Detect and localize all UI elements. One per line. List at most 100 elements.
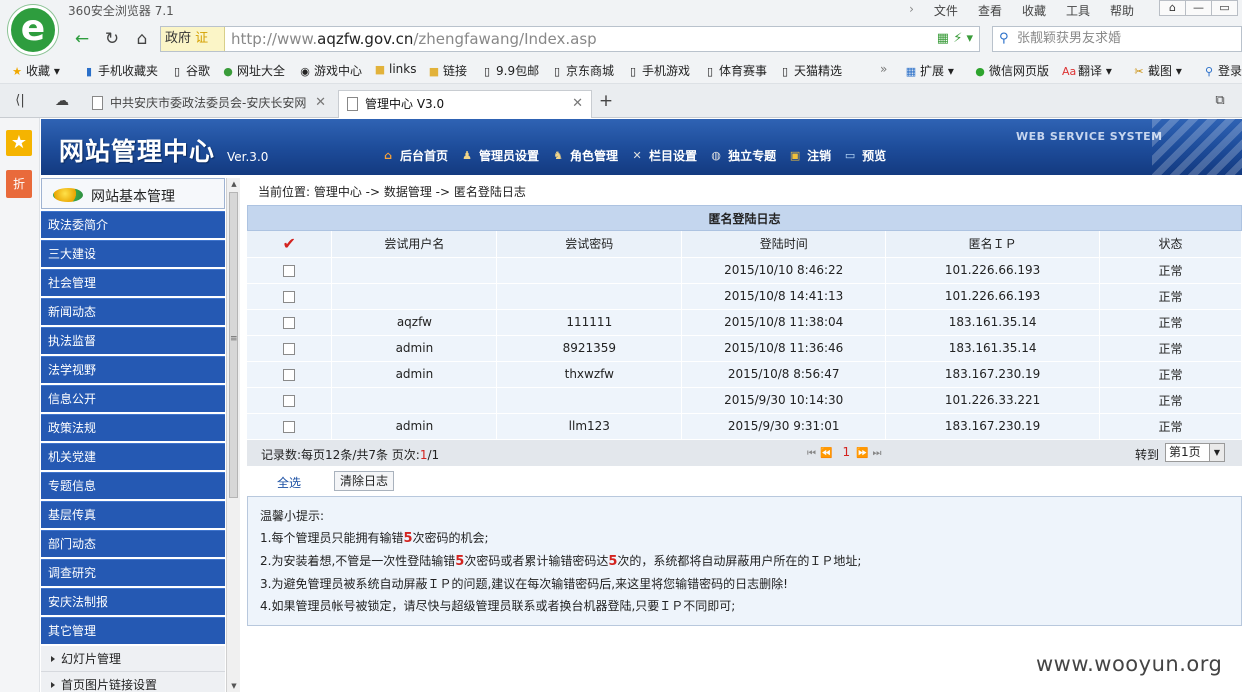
nav-backend-home[interactable]: ⌂ 后台首页 <box>381 147 448 164</box>
menu-item[interactable]: 部门动态 <box>41 530 225 557</box>
menu-header[interactable]: 网站基本管理 <box>41 178 225 209</box>
menu-tools[interactable]: 工具 <box>1066 2 1090 19</box>
site-header: 网站管理中心 Ver.3.0 ⌂ 后台首页 ♟ 管理员设置 ♞ 角色管理 ✕ 栏目设置 … <box>41 119 1242 175</box>
row-checkbox[interactable] <box>283 368 296 381</box>
last-page-icon[interactable]: ⏭ <box>873 448 886 459</box>
menu-item[interactable]: 政策法规 <box>41 414 225 441</box>
minimize-button[interactable]: — <box>1185 0 1212 16</box>
scroll-thumb[interactable] <box>229 192 238 498</box>
nav-special-topics[interactable]: ◍ 独立专题 <box>709 147 776 164</box>
menu-item[interactable]: 机关党建 <box>41 443 225 470</box>
bookmark-games[interactable]: ◉ 游戏中心 <box>298 62 362 79</box>
menu-item[interactable]: 基层传真 <box>41 501 225 528</box>
bookmark-label: 链接 <box>443 64 468 78</box>
page-select[interactable]: 第1页 ▼ <box>1165 442 1225 462</box>
menu-item[interactable]: 政法委简介 <box>41 211 225 238</box>
folder-icon: ■ <box>374 63 386 76</box>
menu-header-label: 网站基本管理 <box>91 189 175 205</box>
bookmark-sports[interactable]: ▯ 体育赛事 <box>703 62 767 79</box>
refresh-icon[interactable]: ↻ <box>100 28 124 50</box>
row-checkbox[interactable] <box>283 290 296 303</box>
menu-view[interactable]: 查看 <box>978 2 1002 19</box>
bookmark-label: 手机收藏夹 <box>98 64 159 78</box>
cloud-icon[interactable]: ☁ <box>50 90 74 112</box>
row-checkbox[interactable] <box>283 394 296 407</box>
menu-help[interactable]: 帮助 <box>1110 2 1134 19</box>
discount-icon[interactable]: 折 <box>6 170 32 198</box>
row-checkbox[interactable] <box>283 342 296 355</box>
menu-item[interactable]: 调查研究 <box>41 559 225 586</box>
close-tab-icon[interactable]: ✕ <box>572 91 583 117</box>
skin-icon[interactable]: ⌂ <box>1159 0 1186 16</box>
bookmark-mobile-games[interactable]: ▯ 手机游戏 <box>626 62 690 79</box>
back-arrow-icon[interactable]: ← <box>70 28 94 50</box>
url-text[interactable]: http://www.aqzfw.gov.cn/zhengfawang/Inde… <box>231 30 597 48</box>
translate-button[interactable]: Aa 翻译 ▾ <box>1062 62 1112 79</box>
scroll-up-icon[interactable]: ▲ <box>229 180 239 188</box>
login-button[interactable]: ⚲ 登录 <box>1202 62 1242 79</box>
menu-item[interactable]: 信息公开 <box>41 385 225 412</box>
bookmark-99[interactable]: ▯ 9.9包邮 <box>480 62 539 79</box>
wechat-button[interactable]: ● 微信网页版 <box>973 62 1049 79</box>
bookmark-jd[interactable]: ▯ 京东商城 <box>550 62 614 79</box>
cell-username <box>331 283 498 310</box>
menu-arrow-icon[interactable]: › <box>909 2 914 19</box>
address-bar[interactable]: 政府 证 http://www.aqzfw.gov.cn/zhengfawang… <box>160 26 980 52</box>
tip-text: 2.为安装着想,不管是一次性登陆输错 <box>260 553 456 568</box>
bookmark-mobile-favs[interactable]: ▮ 手机收藏夹 <box>82 62 158 79</box>
page-icon: ▯ <box>781 65 789 78</box>
menu-item[interactable]: 社会管理 <box>41 269 225 296</box>
bookmark-links[interactable]: ■ links <box>373 62 417 76</box>
menu-item[interactable]: 三大建设 <box>41 240 225 267</box>
home-icon[interactable]: ⌂ <box>130 28 154 50</box>
bookmark-tmall[interactable]: ▯ 天猫精选 <box>778 62 842 79</box>
tab-list-icon[interactable]: ⟨| <box>8 90 32 112</box>
favorites-star-icon[interactable]: ★ <box>6 130 32 156</box>
menu-item[interactable]: 安庆法制报 <box>41 588 225 615</box>
screenshot-button[interactable]: ✂ 截图 ▾ <box>1132 62 1181 79</box>
select-all-link[interactable]: 全选 <box>277 474 301 491</box>
menu-item[interactable]: 专题信息 <box>41 472 225 499</box>
menu-item[interactable]: 执法监督 <box>41 327 225 354</box>
nav-admin-settings[interactable]: ♟ 管理员设置 <box>460 147 539 164</box>
nav-column-settings[interactable]: ✕ 栏目设置 <box>630 147 697 164</box>
left-menu-scrollbar[interactable]: ▲ ≡ ▼ <box>226 178 240 692</box>
nav-logout[interactable]: ▣ 注销 <box>788 147 831 164</box>
qr-lightning-icon[interactable]: ▦ ⚡ ▾ <box>937 31 973 46</box>
search-input[interactable]: ⚲ 张靓颖获男友求婚 <box>992 26 1242 52</box>
tab-overview-icon[interactable]: ⧉ <box>1208 90 1232 112</box>
menu-item[interactable]: 其它管理 <box>41 617 225 644</box>
page-number-link[interactable]: 1 <box>842 445 850 459</box>
first-page-icon[interactable]: ⏮ <box>807 448 820 459</box>
prev-page-icon[interactable]: ⏪ <box>820 448 836 459</box>
bookmark-sites[interactable]: ● 网址大全 <box>221 62 285 79</box>
clear-log-button[interactable]: 清除日志 <box>334 470 394 491</box>
menu-favorites[interactable]: 收藏 <box>1022 2 1046 19</box>
extensions-button[interactable]: ▦ 扩展 ▾ <box>904 62 954 79</box>
bookmark-favorites[interactable]: ★ 收藏 ▾ <box>10 62 60 79</box>
new-tab-icon[interactable]: + <box>594 90 618 112</box>
row-checkbox[interactable] <box>283 316 296 329</box>
bookmark-google[interactable]: ▯ 谷歌 <box>170 62 210 79</box>
submenu-item[interactable]: 幻灯片管理 <box>41 646 225 672</box>
nav-preview[interactable]: ▭ 预览 <box>843 147 886 164</box>
bookmark-lianjie[interactable]: ■ 链接 <box>427 62 467 79</box>
row-checkbox[interactable] <box>283 264 296 277</box>
gov-certified-badge[interactable]: 政府 证 <box>161 27 225 51</box>
tab-admin-center[interactable]: 管理中心 V3.0 ✕ <box>338 90 592 118</box>
scroll-down-icon[interactable]: ▼ <box>229 682 239 690</box>
bookmark-label: 京东商城 <box>566 64 615 78</box>
maximize-button[interactable]: ▭ <box>1211 0 1238 16</box>
row-checkbox[interactable] <box>283 420 296 433</box>
submenu-item[interactable]: 首页图片链接设置 <box>41 672 225 692</box>
menu-file[interactable]: 文件 <box>934 2 958 19</box>
menu-item[interactable]: 法学视野 <box>41 356 225 383</box>
more-bookmarks-icon[interactable]: » <box>880 62 887 76</box>
next-page-icon[interactable]: ⏩ <box>856 448 872 459</box>
nav-role-management[interactable]: ♞ 角色管理 <box>551 147 618 164</box>
menu-item[interactable]: 新闻动态 <box>41 298 225 325</box>
table-row: 2015/10/10 8:46:22 101.226.66.193 正常 <box>247 257 1242 284</box>
close-tab-icon[interactable]: ✕ <box>315 90 326 116</box>
tab-anqing[interactable]: 中共安庆市委政法委员会-安庆长安网 ✕ <box>84 90 334 118</box>
url-domain: aqzfw.gov.cn <box>317 30 414 48</box>
